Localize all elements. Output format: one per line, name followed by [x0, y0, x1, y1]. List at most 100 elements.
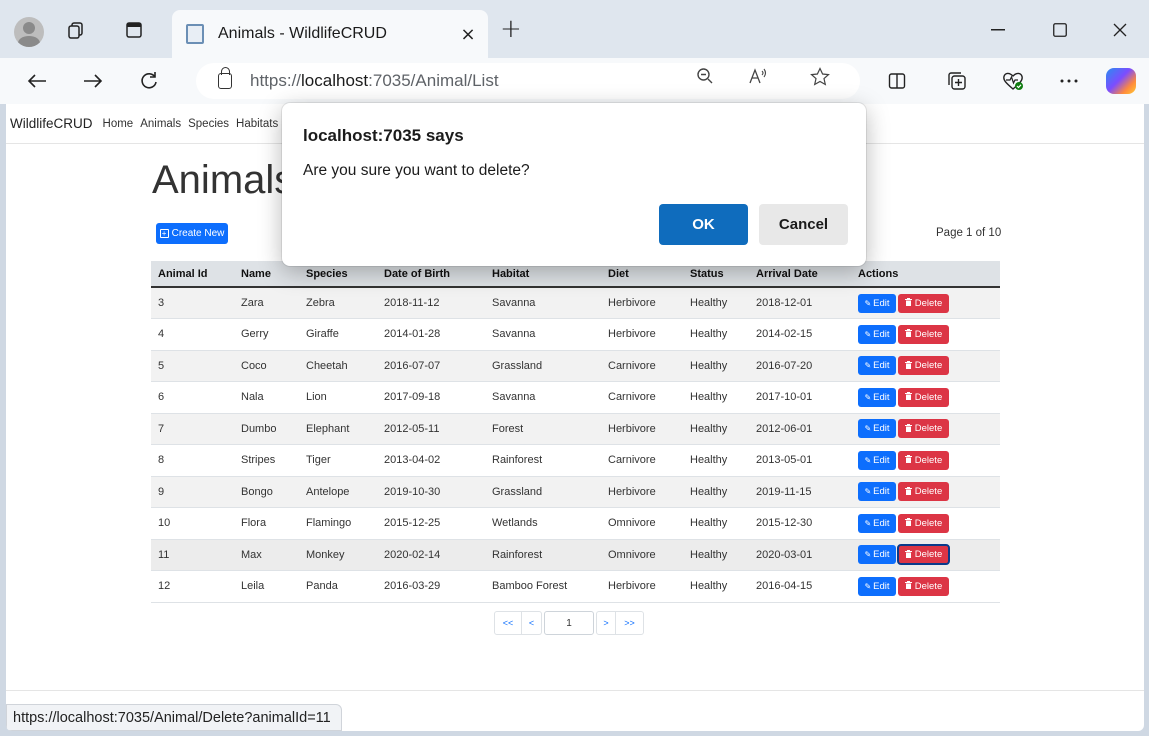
more-options-icon[interactable]: [1052, 66, 1086, 96]
trash-icon: [904, 298, 912, 308]
edit-button[interactable]: ✎ Edit: [858, 482, 896, 502]
table-row: 3 Zara Zebra 2018-11-12 Savanna Herbivore Heal…: [151, 287, 1000, 319]
delete-button[interactable]: Delete: [898, 324, 949, 344]
edit-button[interactable]: ✎ Edit: [858, 450, 896, 470]
edit-label: Edit: [873, 549, 890, 561]
create-new-button[interactable]: + Create New: [156, 223, 228, 244]
last-page-button[interactable]: >>: [616, 611, 644, 635]
edit-button[interactable]: ✎ Edit: [858, 387, 896, 407]
workspaces-icon[interactable]: [60, 14, 92, 46]
table-cell: 8: [151, 444, 234, 477]
column-header[interactable]: Animal Id: [151, 261, 234, 288]
new-tab-button[interactable]: +: [500, 14, 522, 44]
table-cell: Bongo: [234, 476, 299, 508]
read-aloud-icon[interactable]: [748, 67, 768, 90]
prev-page-button[interactable]: <: [522, 611, 542, 635]
edit-button[interactable]: ✎ Edit: [858, 576, 896, 596]
edit-button[interactable]: ✎ Edit: [858, 513, 896, 533]
page-indicator: Page 1 of 10: [936, 227, 1002, 239]
first-page-button[interactable]: <<: [494, 611, 522, 635]
table-cell: 2013-04-02: [377, 444, 485, 477]
browser-tab-active[interactable]: Animals - WildlifeCRUD ×: [172, 10, 488, 58]
app-brand-link[interactable]: WildlifeCRUD: [10, 116, 93, 131]
table-cell: 7: [151, 413, 234, 445]
table-cell: Healthy: [683, 381, 749, 414]
edit-button[interactable]: ✎ Edit: [858, 419, 896, 439]
delete-button[interactable]: Delete: [898, 450, 949, 470]
table-cell: 2013-05-01: [749, 444, 851, 477]
delete-button[interactable]: Delete: [898, 356, 949, 376]
trash-icon: [904, 392, 912, 402]
table-cell: 2018-11-12: [377, 287, 485, 319]
table-row: 7 Dumbo Elephant 2012-05-11 Forest Herbivore H…: [151, 413, 1000, 445]
maximize-icon[interactable]: [1032, 12, 1088, 48]
table-cell: Healthy: [683, 287, 749, 319]
edit-button[interactable]: ✎ Edit: [858, 324, 896, 344]
edit-label: Edit: [873, 297, 890, 309]
lock-icon[interactable]: [218, 67, 232, 89]
actions-cell: ✎ Edit Delete: [851, 287, 1000, 319]
minimize-icon[interactable]: [970, 12, 1026, 48]
dialog-message: Are you sure you want to delete?: [303, 162, 530, 179]
table-cell: Cheetah: [299, 350, 377, 382]
trash-icon: [904, 486, 912, 497]
table-cell: Healthy: [683, 507, 749, 540]
favorite-star-icon[interactable]: [810, 67, 830, 92]
actions-cell: ✎ Edit Delete: [851, 444, 1000, 477]
copilot-icon[interactable]: [1106, 68, 1136, 94]
browser-essentials-icon[interactable]: [996, 66, 1030, 96]
collections-icon[interactable]: [940, 66, 974, 96]
table-cell: Healthy: [683, 476, 749, 508]
nav-link-home[interactable]: Home: [103, 118, 134, 130]
table-cell: 2014-02-15: [749, 318, 851, 351]
split-screen-icon[interactable]: [880, 66, 914, 96]
delete-button[interactable]: Delete: [898, 513, 949, 533]
tab-close-icon[interactable]: ×: [448, 24, 488, 45]
table-cell: 2016-04-15: [749, 570, 851, 603]
delete-button[interactable]: Delete: [898, 419, 949, 439]
address-bar[interactable]: https://localhost:7035/Animal/List: [196, 63, 860, 99]
edit-icon: ✎: [864, 550, 872, 560]
back-icon[interactable]: [20, 66, 54, 96]
profile-avatar[interactable]: [14, 17, 44, 47]
cancel-button[interactable]: Cancel: [759, 204, 848, 245]
nav-link-animals[interactable]: Animals: [140, 118, 181, 130]
table-cell: Healthy: [683, 539, 749, 571]
nav-link-species[interactable]: Species: [188, 118, 229, 130]
pagination: << < 1 > >>: [494, 611, 644, 635]
tab-title: Animals - WildlifeCRUD: [218, 25, 387, 42]
ok-button[interactable]: OK: [659, 204, 748, 245]
edit-icon: ✎: [864, 361, 872, 371]
forward-icon[interactable]: [76, 66, 110, 96]
trash-icon: [904, 549, 912, 560]
edit-button[interactable]: ✎ Edit: [858, 545, 896, 565]
table-cell: 2015-12-25: [377, 507, 485, 540]
delete-button[interactable]: Delete: [898, 293, 949, 313]
nav-link-habitats[interactable]: Habitats: [236, 118, 278, 130]
table-cell: 12: [151, 570, 234, 603]
confirm-dialog: localhost:7035 says Are you sure you wan…: [282, 103, 866, 266]
edit-button[interactable]: ✎ Edit: [858, 293, 896, 313]
edit-label: Edit: [873, 328, 890, 340]
table-cell: Grassland: [485, 350, 601, 382]
refresh-icon[interactable]: [132, 66, 166, 96]
link-status-bar: https://localhost:7035/Animal/Delete?ani…: [6, 704, 342, 731]
next-page-button[interactable]: >: [596, 611, 616, 635]
table-cell: 5: [151, 350, 234, 382]
zoom-icon[interactable]: [696, 67, 714, 90]
page-number-input[interactable]: 1: [544, 611, 594, 635]
delete-button[interactable]: Delete: [897, 544, 950, 566]
delete-button[interactable]: Delete: [898, 387, 949, 407]
delete-button[interactable]: Delete: [898, 576, 949, 596]
table-cell: Herbivore: [601, 570, 683, 603]
table-cell: 2017-10-01: [749, 381, 851, 414]
table-cell: 2020-03-01: [749, 539, 851, 571]
delete-label: Delete: [914, 391, 943, 403]
address-bar-url: https://localhost:7035/Animal/List: [250, 71, 499, 90]
tab-actions-icon[interactable]: [118, 14, 150, 46]
close-window-icon[interactable]: [1092, 12, 1148, 48]
table-cell: Dumbo: [234, 413, 299, 445]
delete-button[interactable]: Delete: [898, 482, 949, 502]
table-cell: Omnivore: [601, 539, 683, 571]
edit-button[interactable]: ✎ Edit: [858, 356, 896, 376]
